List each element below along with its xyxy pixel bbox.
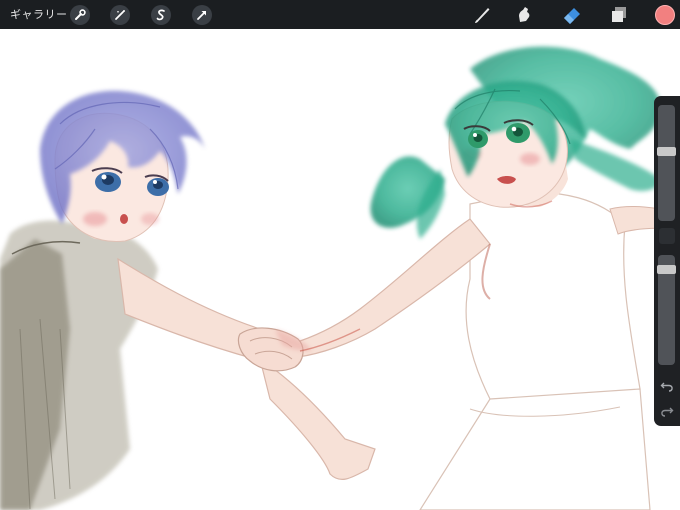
smudge-button[interactable] [512, 3, 536, 27]
layers-button[interactable] [607, 3, 631, 27]
undo-icon [660, 382, 673, 392]
brush-size-handle[interactable] [657, 147, 676, 156]
magic-wand-icon [115, 10, 125, 20]
selection-button[interactable] [151, 5, 171, 25]
modify-button[interactable] [659, 228, 675, 244]
girl-figure [297, 46, 676, 510]
gallery-button[interactable]: ギャラリー [10, 8, 68, 22]
brush-size-slider[interactable] [657, 105, 676, 221]
redo-button[interactable] [660, 404, 674, 418]
eraser-icon [564, 8, 580, 24]
layers-icon [612, 7, 626, 22]
brush-icon [475, 8, 490, 23]
actions-button[interactable] [70, 5, 90, 25]
side-panel [654, 96, 680, 426]
clasped-hands [237, 327, 312, 372]
procreate-app: ギャラリー [0, 0, 680, 510]
opacity-handle[interactable] [657, 265, 676, 274]
selection-s-icon [156, 9, 165, 21]
transform-button[interactable] [192, 5, 212, 25]
wrench-icon [75, 9, 86, 20]
smudge-icon [519, 7, 530, 22]
boy-figure [0, 90, 376, 510]
opacity-slider[interactable] [657, 255, 676, 365]
color-picker-button[interactable] [655, 5, 675, 25]
brush-button[interactable] [470, 3, 494, 27]
undo-button[interactable] [660, 379, 674, 393]
transform-arrow-icon [197, 11, 206, 20]
artwork-illustration [0, 46, 676, 510]
eraser-button[interactable] [560, 3, 584, 27]
redo-icon [661, 407, 674, 417]
top-toolbar: ギャラリー [0, 0, 680, 29]
adjustments-button[interactable] [110, 5, 130, 25]
drawing-canvas[interactable] [0, 29, 680, 510]
